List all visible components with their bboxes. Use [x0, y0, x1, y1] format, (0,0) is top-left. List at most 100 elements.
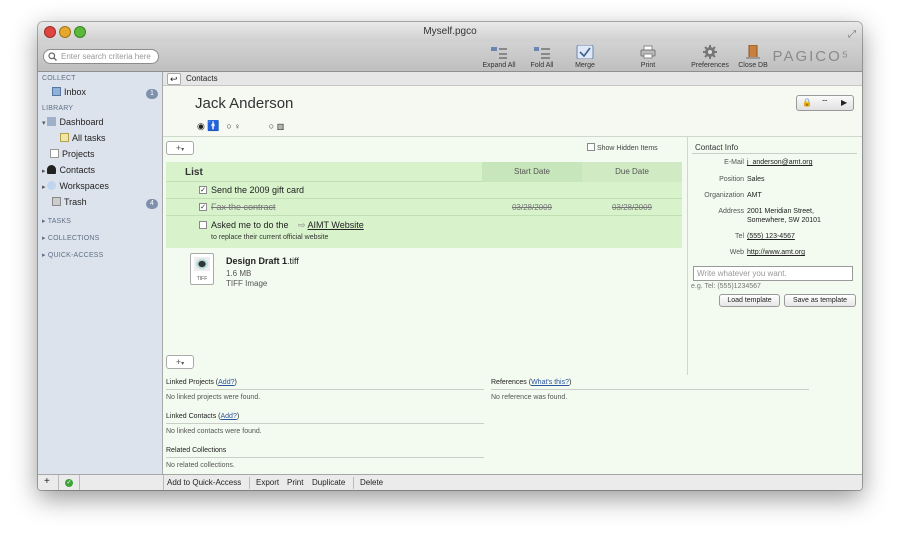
cloud-icon [47, 181, 57, 190]
link-arrow-icon: ⇨ [298, 220, 308, 230]
search-input[interactable]: Enter search criteria here [43, 49, 159, 64]
header-actions: 🔒 ⌔ ▶ [796, 95, 854, 111]
section-tasks[interactable]: ▸ TASKS [42, 217, 71, 225]
save-template-button[interactable]: Save as template [784, 294, 856, 307]
company-radio[interactable]: ○ ▥ [269, 121, 285, 131]
email-value[interactable]: j_anderson@amt.org [747, 159, 812, 166]
column-due-date[interactable]: Due Date [582, 162, 682, 182]
minimize-window-button[interactable] [59, 26, 71, 38]
door-icon [746, 45, 760, 59]
task-row[interactable]: Asked me to do the ⇨ AIMT Website to rep… [166, 216, 682, 246]
print-button[interactable]: Print [633, 45, 663, 69]
section-quick-access[interactable]: ▸ QUICK-ACCESS [42, 251, 104, 259]
sidebar-item-projects[interactable]: Projects [50, 149, 95, 159]
female-radio[interactable]: ○ ♀ [226, 121, 240, 131]
divider [163, 475, 164, 490]
contact-header: Jack Anderson ◉ 🚹 ○ ♀ ○ ▥ 🔒 ⌔ ▶ [163, 86, 862, 137]
print-bottom-button[interactable]: Print [287, 478, 303, 487]
main-content: ↩ Contacts Jack Anderson ◉ 🚹 ○ ♀ ○ ▥ 🔒 ⌔… [163, 72, 862, 474]
divider [249, 477, 250, 489]
back-icon[interactable]: ↩ [167, 73, 181, 85]
column-start-date[interactable]: Start Date [482, 162, 582, 182]
toolbar: Enter search criteria here Expand All Fo… [38, 42, 862, 72]
window-title: Myself.pgco [423, 26, 477, 37]
divider [166, 389, 484, 390]
preferences-button[interactable]: Preferences [690, 45, 730, 69]
address-line-1[interactable]: 2001 Meridian Street, [747, 208, 814, 215]
linked-projects-empty: No linked projects were found. [166, 394, 261, 401]
app-window: Myself.pgco ⤢ Enter search criteria here… [38, 22, 862, 490]
close-window-button[interactable] [44, 26, 56, 38]
divider [692, 153, 857, 154]
sidebar-item-contacts[interactable]: ▸ Contacts [42, 165, 95, 175]
task-checkbox[interactable]: ✓ [199, 203, 207, 211]
file-name[interactable]: Design Draft 1.tiff [226, 256, 299, 266]
contact-info-panel: Contact Info E-Mail j_anderson@amt.org P… [687, 137, 862, 375]
bottom-bar: + ✓ Add to Quick-Access Export Print Dup… [38, 474, 862, 490]
position-label: Position [719, 176, 744, 183]
lock-icon[interactable]: 🔒 [802, 96, 812, 110]
task-title: Send the 2009 gift card [211, 185, 305, 195]
close-db-button[interactable]: Close DB [737, 45, 769, 69]
task-link[interactable]: ⇨ AIMT Website [298, 220, 364, 231]
gear-icon [703, 45, 717, 59]
load-template-button[interactable]: Load template [719, 294, 780, 307]
male-icon: 🚹 [207, 121, 220, 132]
broadcast-icon[interactable]: ⌔ [821, 96, 829, 110]
organization-value[interactable]: AMT [747, 192, 762, 199]
add-icon[interactable]: + [44, 476, 50, 487]
expand-all-icon [491, 47, 507, 59]
sidebar-item-workspaces[interactable]: ▸ Workspaces [42, 181, 109, 191]
export-button[interactable]: Export [256, 478, 279, 487]
gender-selector: ◉ 🚹 ○ ♀ ○ ▥ [197, 121, 284, 132]
add-link-button[interactable]: +▾ [166, 355, 194, 369]
male-radio[interactable]: ◉ 🚹 [197, 121, 220, 132]
linked-projects-heading: Linked Projects (Add?) [166, 379, 237, 386]
file-type-label: TIFF [196, 276, 208, 282]
show-hidden-toggle[interactable]: Show Hidden Items [587, 143, 658, 152]
whats-this-link[interactable]: What's this? [531, 379, 569, 386]
contact-info-title: Contact Info [695, 143, 739, 152]
trash-icon [52, 197, 61, 206]
task-title: Asked me to do the [211, 220, 289, 230]
expand-all-button[interactable]: Expand All [480, 45, 518, 69]
add-item-button[interactable]: +▾ [166, 141, 194, 155]
tel-value[interactable]: (555) 123-4567 [747, 233, 795, 240]
position-value[interactable]: Sales [747, 176, 765, 183]
web-value[interactable]: http://www.amt.org [747, 249, 805, 256]
add-quick-access-button[interactable]: Add to Quick-Access [167, 478, 241, 487]
address-label: Address [718, 208, 744, 215]
address-line-2[interactable]: Somewhere, SW 20101 [747, 217, 821, 224]
task-due-date: 03/28/2009 [611, 203, 653, 212]
section-collections[interactable]: ▸ COLLECTIONS [42, 234, 99, 242]
show-hidden-checkbox[interactable] [587, 143, 595, 151]
task-row[interactable]: ✓ Fax the contract 03/28/2009 03/28/2009 [166, 199, 682, 216]
task-list: List Start Date Due Date ✓ Send the 2009… [166, 162, 682, 248]
trash-count-badge: 4 [146, 199, 158, 209]
duplicate-button[interactable]: Duplicate [312, 478, 345, 487]
task-list-header: List Start Date Due Date [166, 162, 682, 182]
custom-field-input[interactable]: Write whatever you want. [693, 266, 853, 281]
merge-button[interactable]: Merge [571, 45, 599, 69]
task-title: Fax the contract [211, 202, 276, 212]
play-icon[interactable]: ▶ [841, 96, 847, 110]
add-contact-link[interactable]: Add? [220, 413, 236, 420]
building-icon: ▥ [276, 122, 285, 131]
task-checkbox[interactable] [199, 221, 207, 229]
add-project-link[interactable]: Add? [218, 379, 234, 386]
delete-button[interactable]: Delete [360, 478, 383, 487]
section-collect: COLLECT [42, 75, 76, 82]
sidebar-item-all-tasks[interactable]: All tasks [60, 133, 106, 143]
task-row[interactable]: ✓ Send the 2009 gift card [166, 182, 682, 199]
sidebar-item-trash[interactable]: Trash [52, 197, 87, 207]
task-checkbox[interactable]: ✓ [199, 186, 207, 194]
zoom-window-button[interactable] [74, 26, 86, 38]
tiff-file-icon[interactable]: TIFF [190, 253, 214, 285]
sidebar-item-inbox[interactable]: Inbox [52, 87, 86, 97]
fold-all-button[interactable]: Fold All [526, 45, 558, 69]
sidebar-item-dashboard[interactable]: ▾ Dashboard [42, 117, 104, 127]
breadcrumb-current: Contacts [186, 74, 218, 83]
linked-contacts-heading: Linked Contacts (Add?) [166, 413, 240, 420]
sync-status-icon[interactable]: ✓ [65, 479, 73, 487]
search-placeholder: Enter search criteria here [61, 52, 151, 61]
